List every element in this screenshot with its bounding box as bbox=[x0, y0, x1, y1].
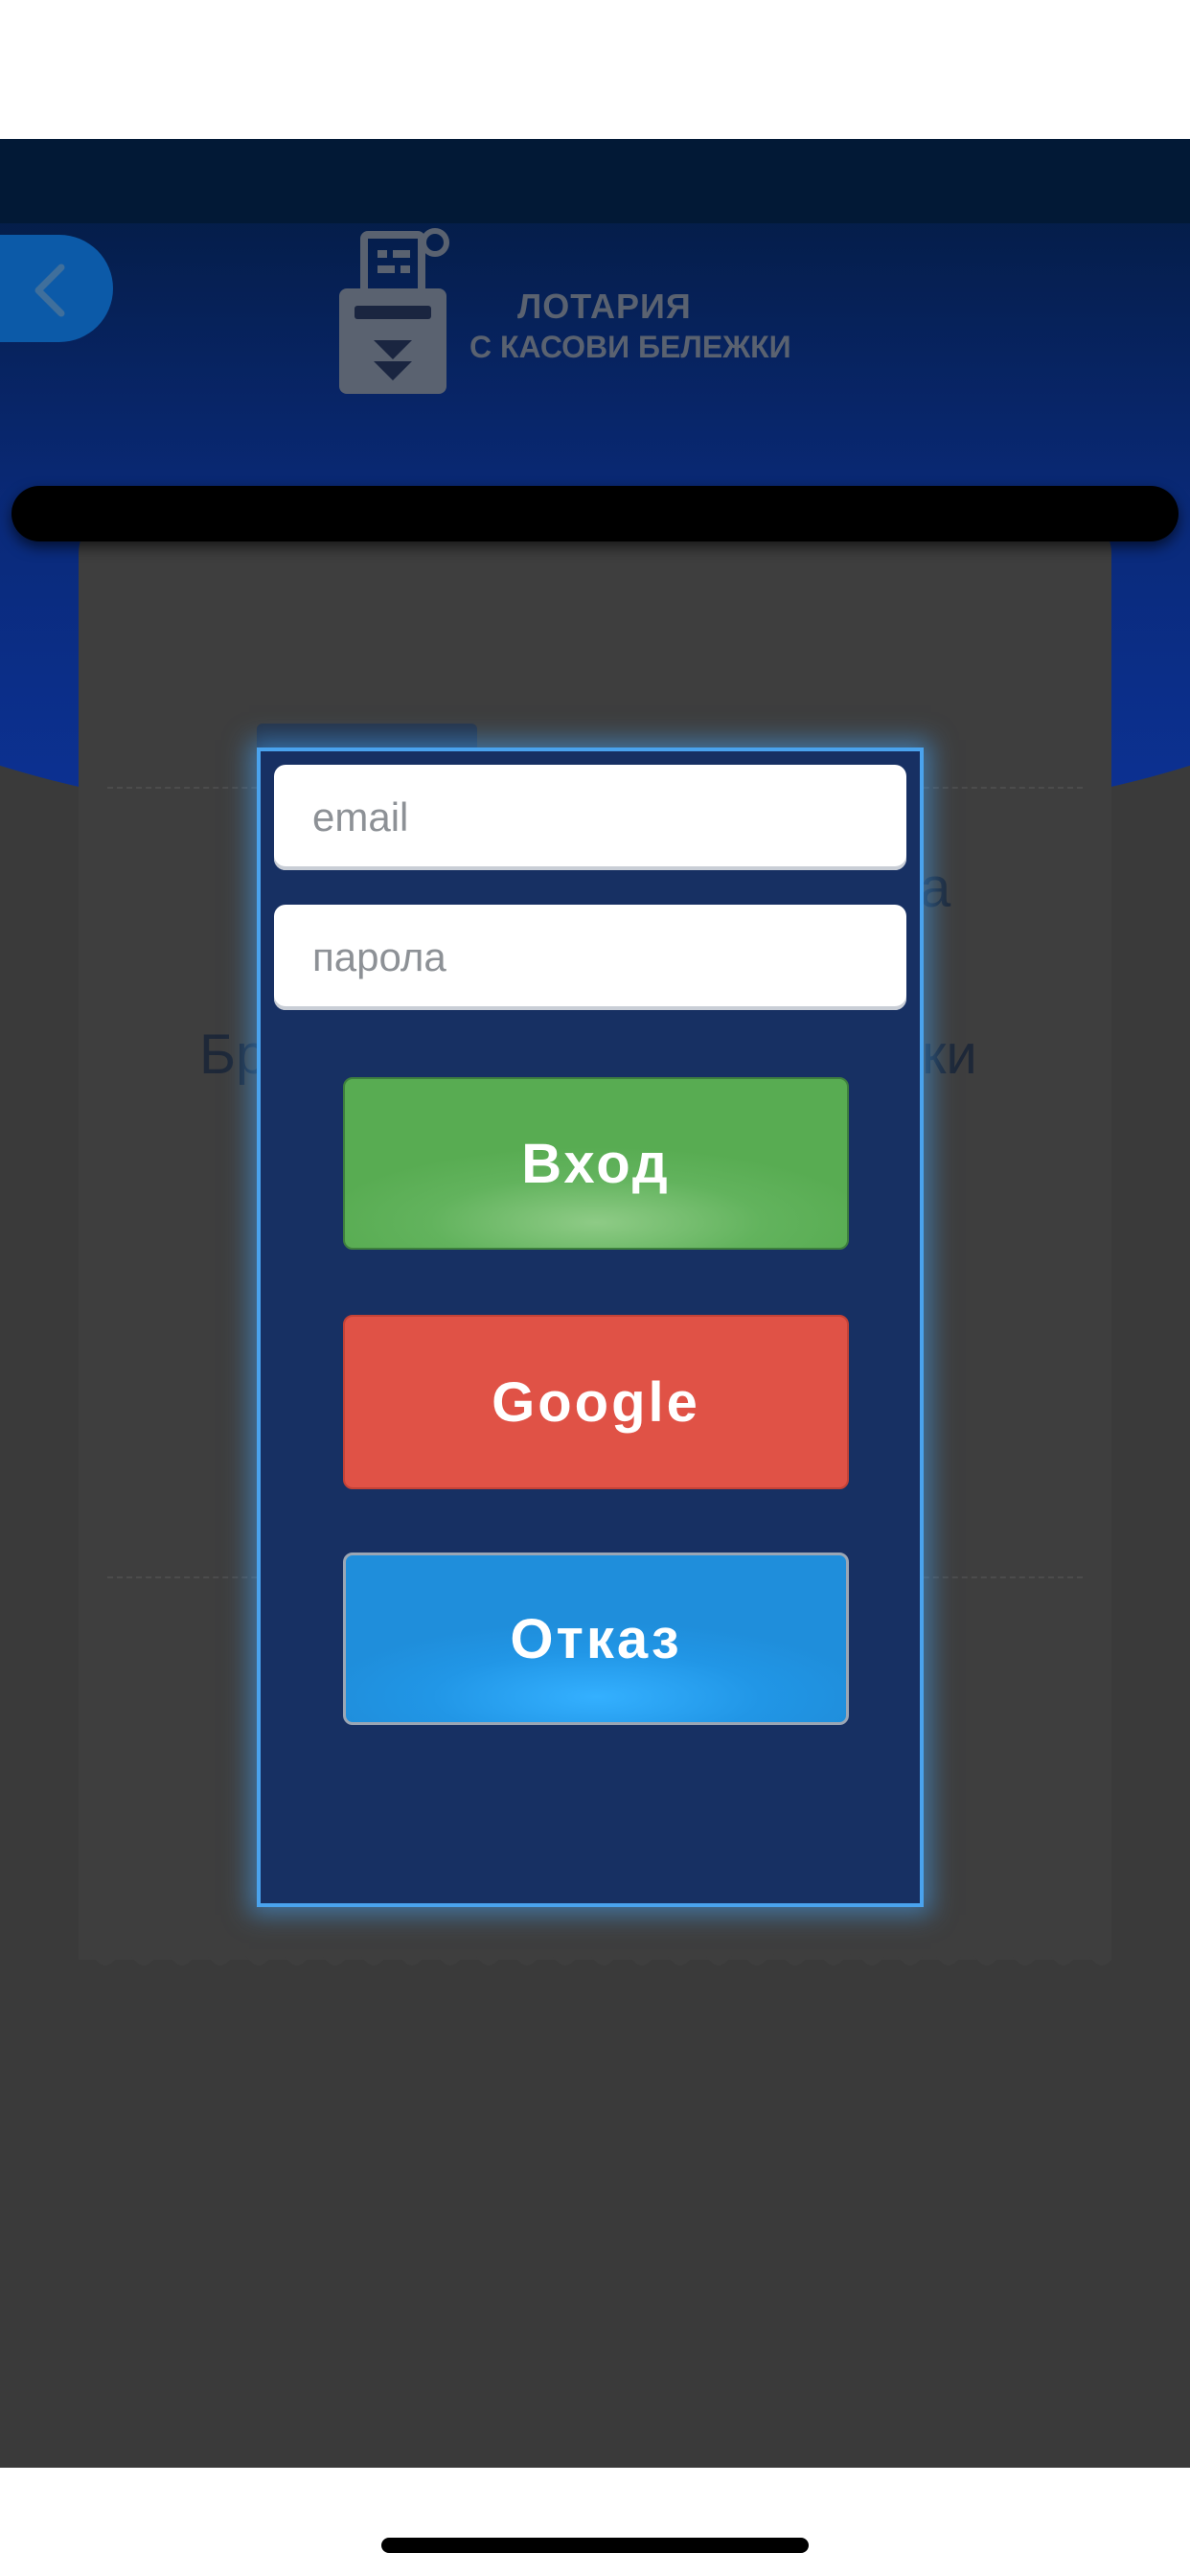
login-button[interactable]: Вход bbox=[343, 1077, 849, 1250]
google-login-button[interactable]: Google bbox=[343, 1315, 849, 1489]
home-indicator[interactable] bbox=[381, 2538, 809, 2553]
app-screen: ЛОТАРИЯ С КАСОВИ БЕЛЕЖКИ а Бр ки Вход Go… bbox=[0, 139, 1190, 2468]
cancel-button[interactable]: Отказ bbox=[343, 1552, 849, 1725]
status-bar bbox=[0, 0, 1190, 139]
home-indicator-area bbox=[0, 2468, 1190, 2576]
login-dialog: Вход Google Отказ bbox=[257, 748, 924, 1907]
email-input[interactable] bbox=[274, 765, 906, 870]
password-input[interactable] bbox=[274, 905, 906, 1010]
